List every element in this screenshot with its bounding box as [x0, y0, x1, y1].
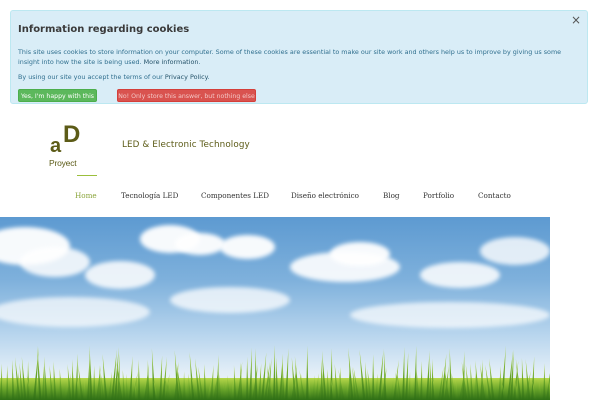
hero-image — [0, 217, 550, 400]
grass-blade — [273, 345, 276, 400]
nav-item-blog[interactable]: Blog — [383, 191, 400, 200]
privacy-policy-link[interactable]: Privacy Policy — [165, 73, 208, 81]
cookie-terms-prefix: By using our site you accept the terms o… — [18, 73, 163, 81]
cookie-banner-text: This site uses cookies to store informat… — [18, 48, 562, 66]
logo-subtitle: Proyect — [49, 158, 77, 168]
cloud — [220, 235, 275, 259]
nav-item-diseno-electronico[interactable]: Diseño electrónico — [291, 191, 359, 200]
grass-blade — [449, 348, 453, 400]
nav-item-tecnologia-led[interactable]: Tecnología LED — [121, 191, 178, 200]
cookie-text-main: This site uses cookies to store informat… — [18, 48, 562, 66]
grass-blade — [414, 345, 417, 400]
grass-blade — [384, 351, 387, 400]
cookie-banner-title: Information regarding cookies — [18, 24, 190, 35]
logo-underline — [77, 175, 97, 176]
cookie-banner: Information regarding cookies × This sit… — [10, 10, 588, 104]
accept-cookies-button[interactable]: Yes, I'm happy with this — [18, 89, 97, 102]
site-logo[interactable]: a D Proyect — [49, 121, 97, 176]
close-icon[interactable]: × — [571, 13, 581, 27]
grass-blade — [216, 354, 219, 400]
nav-item-portfolio[interactable]: Portfolio — [423, 191, 454, 200]
nav-item-contacto[interactable]: Contacto — [478, 191, 511, 200]
nav-item-home[interactable]: Home — [75, 191, 97, 200]
main-navigation: Home Tecnología LED Componentes LED Dise… — [0, 191, 600, 205]
cloud — [175, 233, 225, 255]
grass-blade — [402, 347, 405, 400]
cloud — [0, 297, 150, 327]
grass-blade — [75, 353, 78, 400]
logo-letter-a: a — [50, 135, 62, 157]
cloud — [480, 237, 550, 265]
nav-item-componentes-led[interactable]: Componentes LED — [201, 191, 269, 200]
cloud — [420, 262, 500, 288]
cloud — [330, 242, 390, 266]
more-information-link[interactable]: More information — [144, 58, 199, 66]
grass-blade — [306, 345, 309, 400]
site-tagline: LED & Electronic Technology — [122, 140, 250, 150]
reject-cookies-button[interactable]: No! Only store this answer, but nothing … — [117, 89, 256, 102]
grass-blade — [372, 354, 375, 400]
cloud — [170, 287, 290, 313]
cloud — [20, 247, 90, 277]
grass-blade — [249, 347, 252, 400]
cloud — [350, 302, 550, 328]
grass-blade — [330, 348, 333, 400]
cookie-terms-text: By using our site you accept the terms o… — [18, 73, 210, 81]
grass-blade — [255, 348, 258, 400]
cloud — [85, 261, 155, 289]
logo-letter-d: D — [63, 121, 81, 148]
grass-illustration — [0, 345, 550, 400]
